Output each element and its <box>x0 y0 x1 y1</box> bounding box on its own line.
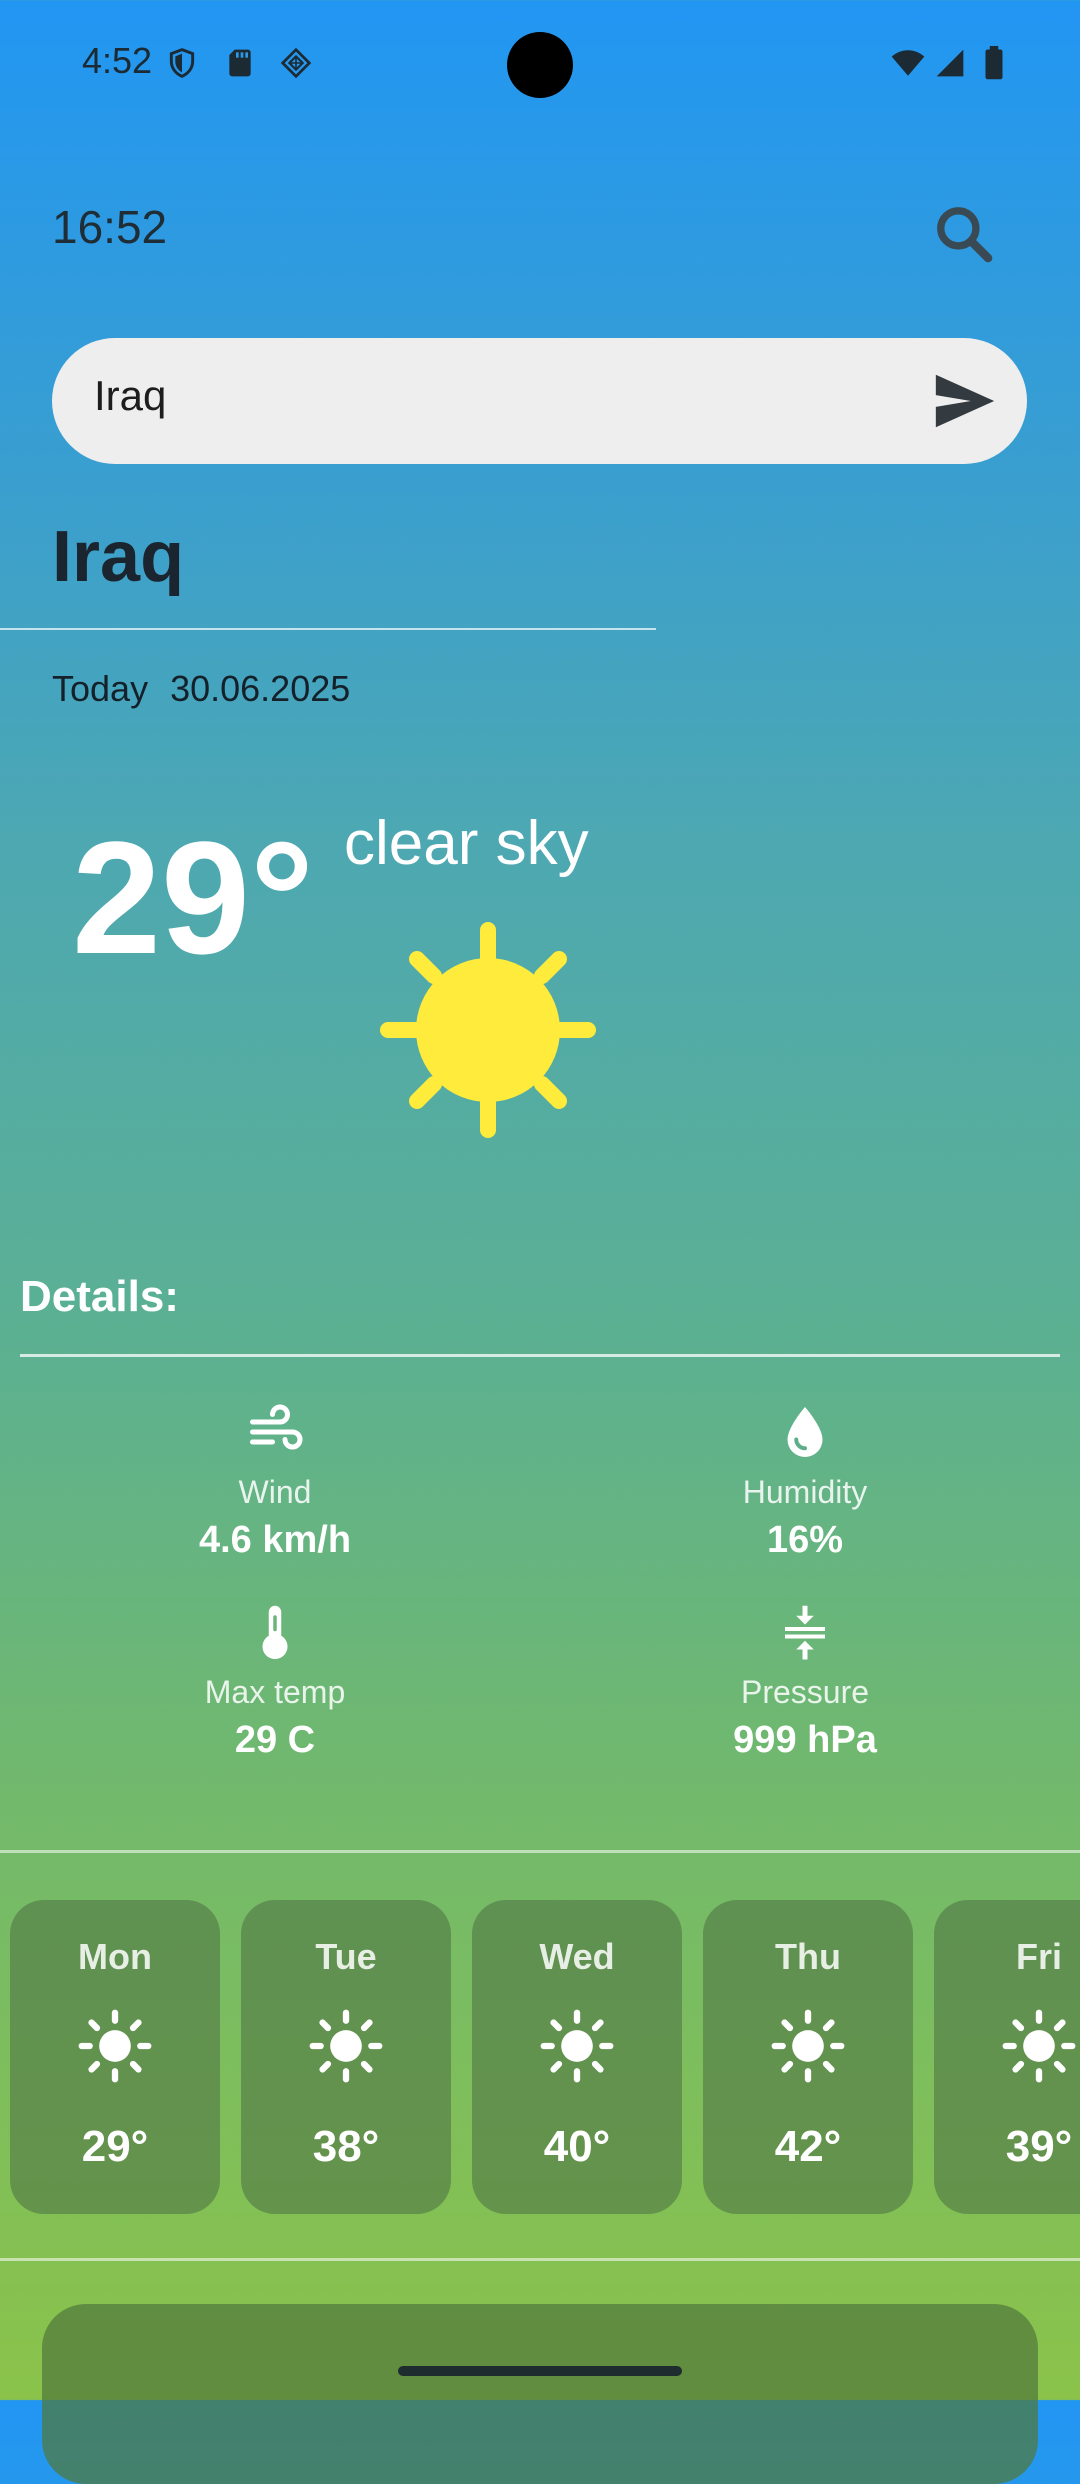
sun-icon <box>1002 2009 1076 2083</box>
divider <box>0 2258 1080 2261</box>
bottom-card[interactable] <box>42 2304 1038 2484</box>
day-name: Fri <box>1015 1936 1062 1977</box>
forecast-card-fri[interactable]: Fri 39° <box>934 1900 1080 2214</box>
pressure-metric: Pressure 999 hPa <box>625 1602 985 1762</box>
search-input[interactable]: Iraq <box>94 372 166 420</box>
divider <box>0 628 656 630</box>
current-temperature: 29° <box>72 808 314 987</box>
sun-icon <box>78 2009 152 2083</box>
sun-icon <box>540 2009 614 2083</box>
forecast-card-tue[interactable]: Tue 38° <box>241 1900 451 2214</box>
humidity-value: 16% <box>766 1519 844 1561</box>
pressure-icon <box>785 1605 825 1660</box>
front-camera <box>507 32 573 98</box>
status-bar: 4:52 <box>0 0 1080 128</box>
water-drop-icon <box>787 1407 823 1457</box>
date-row: Today 30.06.2025 <box>52 668 372 710</box>
date-value: 30.06.2025 <box>170 668 351 709</box>
pressure-value: 999 hPa <box>733 1719 877 1761</box>
max-temp-label: Max temp <box>204 1674 346 1710</box>
sd-card-icon <box>229 49 251 77</box>
gesture-nav-handle[interactable] <box>398 2366 682 2376</box>
sim-card-icon <box>280 47 312 79</box>
divider <box>0 1850 1080 1853</box>
forecast-card-thu[interactable]: Thu 42° <box>703 1900 913 2214</box>
sun-icon <box>309 2009 383 2083</box>
weather-condition: clear sky <box>344 809 589 878</box>
date-prefix: Today <box>52 668 149 709</box>
day-temperature: 40° <box>543 2122 611 2171</box>
humidity-label: Humidity <box>742 1474 868 1510</box>
wind-value: 4.6 km/h <box>198 1519 352 1561</box>
max-temp-value: 29 C <box>234 1719 316 1761</box>
wifi-icon <box>891 50 925 76</box>
day-name: Tue <box>315 1936 377 1977</box>
thermometer-icon <box>262 1605 288 1660</box>
shield-icon <box>169 48 195 78</box>
search-bar[interactable]: Iraq <box>52 338 1027 464</box>
day-temperature: 38° <box>312 2122 380 2171</box>
wind-metric: Wind 4.6 km/h <box>95 1402 455 1562</box>
city-name: Iraq <box>52 517 185 597</box>
divider <box>20 1354 1060 1357</box>
day-name: Mon <box>78 1936 152 1977</box>
forecast-card-mon[interactable]: Mon 29° <box>10 1900 220 2214</box>
signal-icon <box>936 49 964 77</box>
sun-icon <box>380 922 596 1138</box>
pressure-label: Pressure <box>740 1674 870 1710</box>
search-icon[interactable] <box>930 200 998 268</box>
forecast-card-wed[interactable]: Wed 40° <box>472 1900 682 2214</box>
forecast-row[interactable]: Mon 29° Tue 38° Wed 40° Thu 42° Fri 39° <box>10 1900 1080 2214</box>
humidity-metric: Humidity 16% <box>625 1402 985 1562</box>
day-name: Thu <box>775 1936 841 1977</box>
wind-label: Wind <box>238 1474 312 1510</box>
clock: 16:52 <box>52 201 168 253</box>
wind-icon <box>250 1404 303 1450</box>
day-name: Wed <box>539 1936 615 1977</box>
status-time: 4:52 <box>82 40 153 81</box>
day-temperature: 42° <box>774 2122 842 2171</box>
details-title: Details: <box>20 1272 179 1321</box>
battery-icon <box>985 46 1003 80</box>
max-temp-metric: Max temp 29 C <box>95 1602 455 1762</box>
send-icon[interactable] <box>930 366 1000 436</box>
sun-icon <box>771 2009 845 2083</box>
day-temperature: 39° <box>1005 2122 1073 2171</box>
day-temperature: 29° <box>81 2122 149 2171</box>
